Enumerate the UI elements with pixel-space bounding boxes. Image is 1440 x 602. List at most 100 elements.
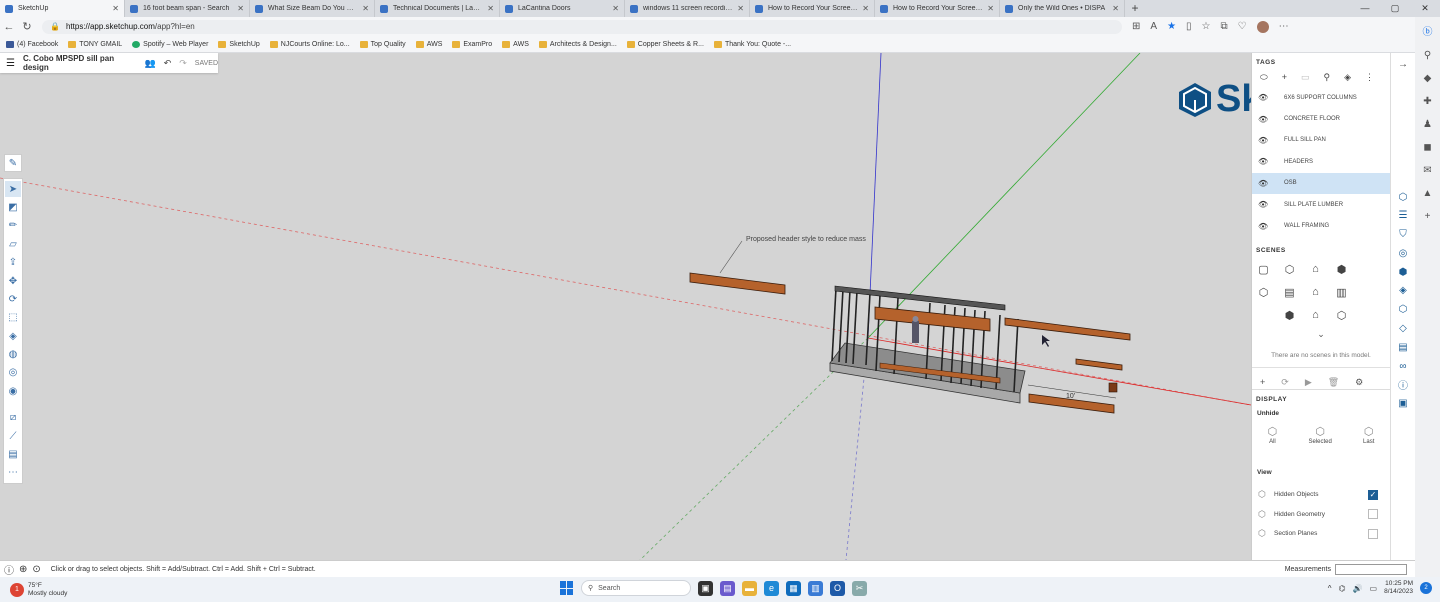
tag-row[interactable]: 👁 CONCRETE FLOOR [1252,108,1390,129]
unhide-selected-button[interactable]: ⬡ Selected [1308,425,1331,445]
bookmark-item[interactable]: (4) Facebook [6,40,58,48]
styles-icon[interactable]: ◈ [1396,284,1410,298]
tag-folder-icon[interactable]: ▭ [1301,72,1310,87]
browser-tab[interactable]: SketchUp ✕ [0,0,125,17]
paint-icon[interactable]: ◇ [1396,322,1410,336]
scene-house-icon[interactable]: ⌂ [1308,262,1323,277]
bookmark-item[interactable]: Top Quality [359,40,406,48]
new-tab-icon[interactable]: + [1125,0,1145,17]
tab-close-icon[interactable]: ✕ [1112,4,1119,13]
scenes-expand-chevron-icon[interactable]: ⌄ [1252,329,1390,340]
browser-tab[interactable]: Technical Documents | LaCantin ✕ [375,0,500,17]
glasses-icon[interactable]: ∞ [1396,359,1410,373]
file-explorer-icon[interactable]: ▬ [742,580,757,596]
push-pull-tool-icon[interactable]: ⇪ [5,255,21,271]
tags-more-icon[interactable]: ⋮ [1365,72,1374,87]
bookmark-item[interactable]: AWS [415,40,442,48]
volume-icon[interactable]: 🔊 [1353,584,1363,593]
collaborators-icon[interactable]: 👥 [144,58,155,69]
scene-iso-icon[interactable]: ⬡ [1282,262,1297,277]
tag-row[interactable]: 👁 SILL PLATE LUMBER [1252,194,1390,215]
paint-bucket-icon[interactable]: ◈ [5,328,21,344]
more-tools-icon[interactable]: ⋯ [5,465,21,481]
scene-cube-icon[interactable]: ⬡ [1256,285,1271,300]
bookmark-item[interactable]: Spotify – Web Player [132,40,208,48]
move-tool-icon[interactable]: ✥ [5,273,21,289]
tag-row[interactable]: 👁 FULL SILL PAN [1252,130,1390,151]
add-scene-icon[interactable]: + [1260,377,1265,389]
store-icon[interactable]: ▦ [786,580,801,596]
calculator-icon[interactable]: ▥ [808,580,823,596]
tab-close-icon[interactable]: ✕ [987,4,994,13]
bookmark-item[interactable]: NJCourts Online: Lo... [269,40,350,48]
collections-icon[interactable]: ⧉ [1221,21,1228,32]
teams-icon[interactable]: ▤ [720,580,735,596]
bing-chat-icon[interactable]: ⓑ [1423,23,1433,38]
view-option-checkbox[interactable] [1368,528,1378,539]
unhide-all-button[interactable]: ⬡ All [1268,425,1278,445]
more-menu-icon[interactable]: ⋯ [1279,21,1289,32]
tags-icon[interactable]: ⛉ [1396,228,1410,242]
bookmark-item[interactable]: AWS [502,40,529,48]
eye-icon[interactable]: 👁 [1258,115,1270,124]
extensions-icon[interactable]: ♡ [1238,21,1247,32]
scenes-icon[interactable]: ⬡ [1396,303,1410,317]
scene-front-icon[interactable]: ⌂ [1308,285,1323,300]
start-icon[interactable] [560,581,574,595]
drop-icon[interactable]: ▲ [1423,188,1433,199]
bookmark-item[interactable]: SketchUp [218,40,260,48]
clock[interactable]: 10:25 PM 8/14/2023 [1384,580,1413,596]
eye-icon[interactable]: 👁 [1258,200,1270,209]
eye-icon[interactable]: 👁 [1258,179,1270,188]
model-viewport[interactable]: 10' [0,53,1251,560]
scene-left-icon[interactable]: ⌂ [1308,308,1323,323]
tab-close-icon[interactable]: ✕ [612,4,619,13]
help-icon[interactable]: ⓘ [4,562,14,577]
measurements-input[interactable] [1335,563,1407,575]
redo-icon[interactable]: ↷ [179,58,187,69]
browser-tab[interactable]: LaCantina Doors ✕ [500,0,625,17]
collapse-panel-icon[interactable]: → [1398,59,1408,70]
walk-tool-icon[interactable]: ◉ [5,383,21,399]
task-view-icon[interactable]: ▣ [698,580,713,596]
section-plane-icon[interactable]: ⧄ [5,410,21,426]
update-scene-icon[interactable]: ⟳ [1281,377,1289,389]
model-name[interactable]: C. Cobo MPSPD sill pan design [23,54,137,72]
scene-iso-left-icon[interactable]: ⬢ [1334,262,1349,277]
scene-settings-icon[interactable]: ⚙ [1355,377,1363,389]
layers-panel-icon[interactable]: ▤ [1396,340,1410,354]
scene-default-icon[interactable]: ▢ [1256,262,1271,277]
tape-measure-icon[interactable]: ◍ [5,346,21,362]
edge-icon[interactable]: e [764,580,779,596]
minimize-icon[interactable]: — [1350,0,1380,17]
materials-icon[interactable]: ⬢ [1396,265,1410,279]
eye-icon[interactable]: 👁 [1258,136,1270,145]
entity-info-icon[interactable]: ⬡ [1396,190,1410,204]
shopping-icon[interactable]: ◆ [1424,73,1432,84]
dimension-tool-icon[interactable]: ⟋ [5,428,21,444]
split-screen-icon[interactable]: ▯ [1186,21,1192,32]
tag-paint-icon[interactable]: ◈ [1344,72,1351,87]
tab-close-icon[interactable]: ✕ [862,4,869,13]
notification-badge[interactable]: 2 [1420,582,1432,594]
browser-tab[interactable]: What Size Beam Do You Need fo ✕ [250,0,375,17]
tag-row[interactable]: 👁 OSB [1252,172,1390,194]
outlook-taskbar-icon[interactable]: O [830,580,845,596]
scene-back-icon[interactable]: ⬢ [1282,308,1297,323]
undo-icon[interactable]: ↶ [164,58,172,69]
taskbar-search[interactable]: ⚲ Search [581,580,691,596]
user-icon[interactable]: ⊙ [32,564,40,575]
georeference-icon[interactable]: ⊕ [19,564,27,575]
games-icon[interactable]: ♟ [1423,119,1432,130]
back-icon[interactable]: ← [0,21,18,33]
visibility-toggle-icon[interactable]: ⬭ [1260,72,1268,87]
browser-tab[interactable]: windows 11 screen recording - S✕ [625,0,750,17]
view-option-checkbox[interactable] [1368,509,1378,520]
office-icon[interactable]: ◼ [1423,142,1431,153]
tag-row[interactable]: 👁 WALL FRAMING [1252,215,1390,236]
view-option-checkbox[interactable]: ✓ [1368,489,1378,500]
browser-tab[interactable]: How to Record Your Screen on W ✕ [750,0,875,17]
bookmark-item[interactable]: TONY GMAIL [68,40,122,48]
scene-top-icon[interactable]: ▤ [1282,285,1297,300]
bookmark-item[interactable]: Thank You: Quote -... [713,40,791,48]
